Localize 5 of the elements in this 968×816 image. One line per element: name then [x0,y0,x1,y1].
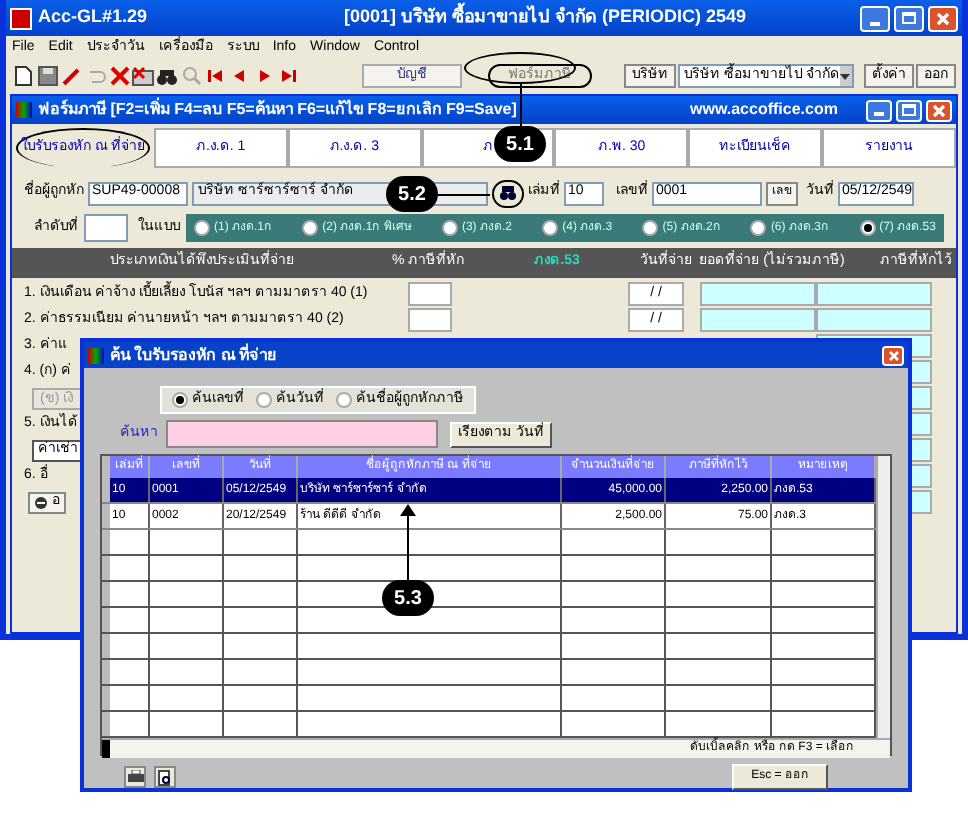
window-title: [0001] บริษัท ซื้อมาขายไป จำกัด (PERIODIC) 2549 [344,4,749,31]
dialog-title: ค้น ใบรับรองหัก ณ ที่จ่าย [110,343,278,367]
app-name: Acc-GL#1.29 [38,4,150,31]
website-label: www.accoffice.com [690,98,840,122]
form-title: ฟอร์มภาษี [F2=เพิ่ม F4=ลบ F5=ค้นหา F6=แก้ไข F8=ยกเลิก F9=Save] [38,98,517,122]
